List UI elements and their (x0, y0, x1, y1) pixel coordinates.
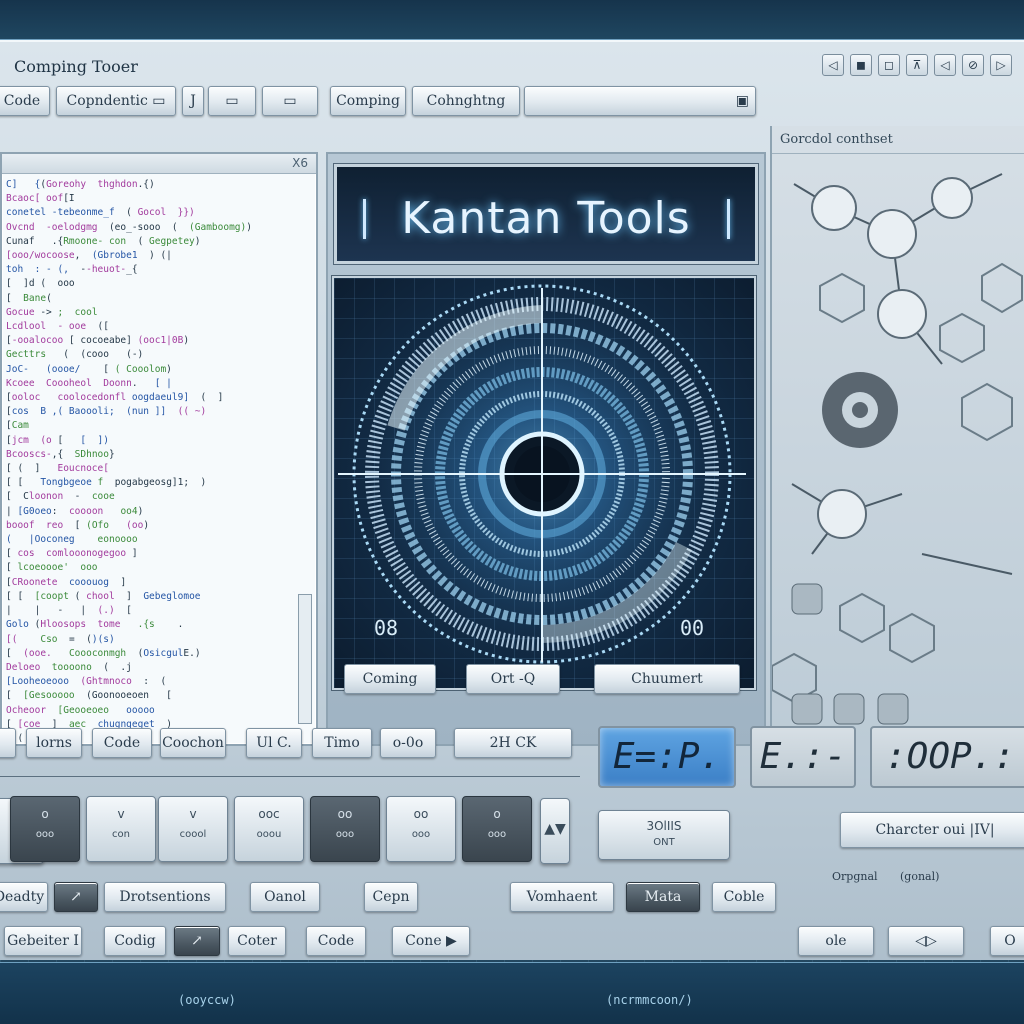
vomhaent-button[interactable]: Vomhaent (510, 882, 614, 912)
cepn-button[interactable]: Cepn (364, 882, 418, 912)
chuumert-button[interactable]: Chuumert (594, 664, 740, 694)
code-editor-scrollbar[interactable] (298, 594, 312, 724)
arrow-diagonal-button[interactable]: ↗ (174, 926, 220, 956)
lcd-middle-readout: E.:- (750, 726, 856, 788)
window-controls: ◁ ◼ ◻ ⊼ ◁ ⊘ ▷ (822, 54, 1012, 76)
radial-display: 08 00 (332, 276, 756, 690)
toolbar-copndentic-button[interactable]: Copndentic ▭ (56, 86, 176, 116)
ole-button[interactable]: ole (798, 926, 874, 956)
toolbar-slot-button-2[interactable]: ▭ (262, 86, 318, 116)
2h-ck-button[interactable]: 2H CK (454, 728, 572, 758)
molecule-panel-header: Gorcdol conthset (772, 126, 1024, 154)
molecule-diagram (772, 173, 1023, 725)
center-panel: Kantan Tools 08 00 (326, 152, 766, 746)
toolbar-slot-button-1[interactable]: ▭ (208, 86, 256, 116)
coming-button[interactable]: Coming (344, 664, 436, 694)
molecule-panel: Gorcdol conthset (770, 126, 1024, 746)
toolbar-code-button[interactable]: Code (0, 86, 50, 116)
ul-c-button[interactable]: Ul C. (246, 728, 302, 758)
key-3[interactable]: v coool (158, 796, 228, 862)
o-0o-button[interactable]: o-0o (380, 728, 436, 758)
sound-panel[interactable]: 3OlIIS ONT (598, 810, 730, 860)
orig-label-2: (gonal) (900, 870, 940, 883)
lcd-right-readout: :OOP.: (870, 726, 1024, 788)
code-button[interactable]: Code (92, 728, 152, 758)
cone-play-button[interactable]: Cone ▶ (392, 926, 470, 956)
mata-button[interactable]: Mata (626, 882, 700, 912)
bottom-strip-label-1: (ooyccw) (178, 993, 236, 1007)
coochon-button[interactable]: Coochon (160, 728, 226, 758)
sound-panel-line1: 3OlIIS (646, 819, 682, 833)
swap-arrows-button[interactable]: ◁▷ (888, 926, 964, 956)
title-banner: Kantan Tools (334, 164, 758, 264)
display-left-readout: 08 (374, 616, 399, 640)
up-down-stepper[interactable]: ▲▼ (540, 798, 570, 864)
charter-out-button[interactable]: Charcter oui |IV| (840, 812, 1024, 848)
center-toolbar-close-button[interactable]: ▣ (524, 86, 756, 116)
collapse-icon[interactable]: ⊼ (906, 54, 928, 76)
orig-label-1: Orpgnal (832, 870, 878, 883)
code-editor-text[interactable]: C] {(Goreohy thghdon.{) Bcaoc[ oof[I con… (2, 174, 316, 742)
banner-title: Kantan Tools (401, 193, 691, 244)
play-icon[interactable]: ▷ (990, 54, 1012, 76)
maximize-icon[interactable]: ◻ (878, 54, 900, 76)
code-editor-panel[interactable]: X6 C] {(Goreohy thghdon.{) Bcaoc[ oof[I … (0, 152, 318, 746)
deadty-button[interactable]: Deadty (0, 882, 48, 912)
title-bar: Comping Tooer ◁ ◼ ◻ ⊼ ◁ ⊘ ▷ (0, 50, 1024, 80)
banner-right-bar (727, 199, 730, 239)
lower-left-edge-button[interactable] (0, 728, 16, 758)
lcd-blue-readout: E=:P. (598, 726, 736, 788)
lorns-button[interactable]: lorns (26, 728, 82, 758)
key-1[interactable]: o ooo (10, 796, 80, 862)
oanol-button[interactable]: Oanol (250, 882, 320, 912)
toolbar-j-button[interactable]: J (182, 86, 204, 116)
key-7[interactable]: o ooo (462, 796, 532, 862)
gebeiter-button[interactable]: Gebeiter I (4, 926, 82, 956)
key-5[interactable]: oo ooo (310, 796, 380, 862)
app-window: Comping Tooer ◁ ◼ ◻ ⊼ ◁ ⊘ ▷ Code Copnden… (0, 40, 1024, 960)
top-blueprint-strip (0, 0, 1024, 40)
bottom-strip-label-2: (ncrmmcoon/) (606, 993, 693, 1007)
ruler-line (0, 776, 580, 777)
stop-icon[interactable]: ◼ (850, 54, 872, 76)
coter-button[interactable]: Coter (228, 926, 286, 956)
code-editor-header: X6 (2, 154, 316, 174)
display-right-readout: 00 (680, 616, 705, 640)
key-6[interactable]: oo ooo (386, 796, 456, 862)
o-button[interactable]: O (990, 926, 1024, 956)
key-2[interactable]: v con (86, 796, 156, 862)
code-corner-label: X6 (292, 156, 308, 170)
sound-panel-line2: ONT (653, 837, 675, 848)
coble-button[interactable]: Coble (712, 882, 776, 912)
tab-comping[interactable]: Comping (330, 86, 406, 116)
drotsentions-button[interactable]: Drotsentions (104, 882, 226, 912)
tab-cohnghtng[interactable]: Cohnghtng (412, 86, 520, 116)
no-entry-icon[interactable]: ⊘ (962, 54, 984, 76)
ort-button[interactable]: Ort -Q (466, 664, 560, 694)
bottom-blueprint-strip: (ooyccw) (ncrmmcoon/) (0, 962, 1024, 1024)
timo-button[interactable]: Timo (312, 728, 372, 758)
key-4[interactable]: ooc ooou (234, 796, 304, 862)
codig-button[interactable]: Codig (104, 926, 166, 956)
code-button-lower[interactable]: Code (306, 926, 366, 956)
back-icon[interactable]: ◁ (822, 54, 844, 76)
arrow-up-button[interactable]: ↗ (54, 882, 98, 912)
window-title: Comping Tooer (14, 57, 138, 76)
previous-icon[interactable]: ◁ (934, 54, 956, 76)
